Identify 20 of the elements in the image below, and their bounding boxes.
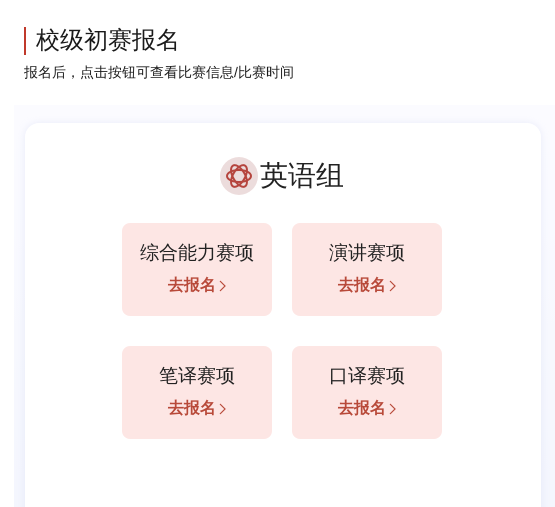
page-subtitle: 报名后，点击按钮可查看比赛信息/比赛时间 (24, 63, 295, 81)
event-tile[interactable]: 演讲赛项 去报名 (292, 223, 442, 316)
chevron-right-icon (219, 280, 226, 292)
event-name: 演讲赛项 (329, 243, 405, 265)
chevron-right-icon (389, 402, 396, 414)
event-tile[interactable]: 综合能力赛项 去报名 (122, 223, 272, 316)
register-link[interactable]: 去报名 (168, 275, 216, 296)
register-link[interactable]: 去报名 (168, 398, 216, 419)
register-link[interactable]: 去报名 (338, 275, 386, 296)
chevron-right-icon (389, 280, 396, 292)
chevron-right-icon (219, 402, 226, 414)
page-title: 校级初赛报名 (24, 27, 180, 55)
atom-icon (220, 157, 258, 195)
event-tile[interactable]: 笔译赛项 去报名 (122, 346, 272, 439)
register-link[interactable]: 去报名 (338, 398, 386, 419)
event-name: 笔译赛项 (159, 366, 235, 388)
event-tile[interactable]: 口译赛项 去报名 (292, 346, 442, 439)
event-name: 综合能力赛项 (140, 243, 254, 265)
event-name: 口译赛项 (329, 366, 405, 388)
group-title: 英语组 (260, 159, 344, 193)
